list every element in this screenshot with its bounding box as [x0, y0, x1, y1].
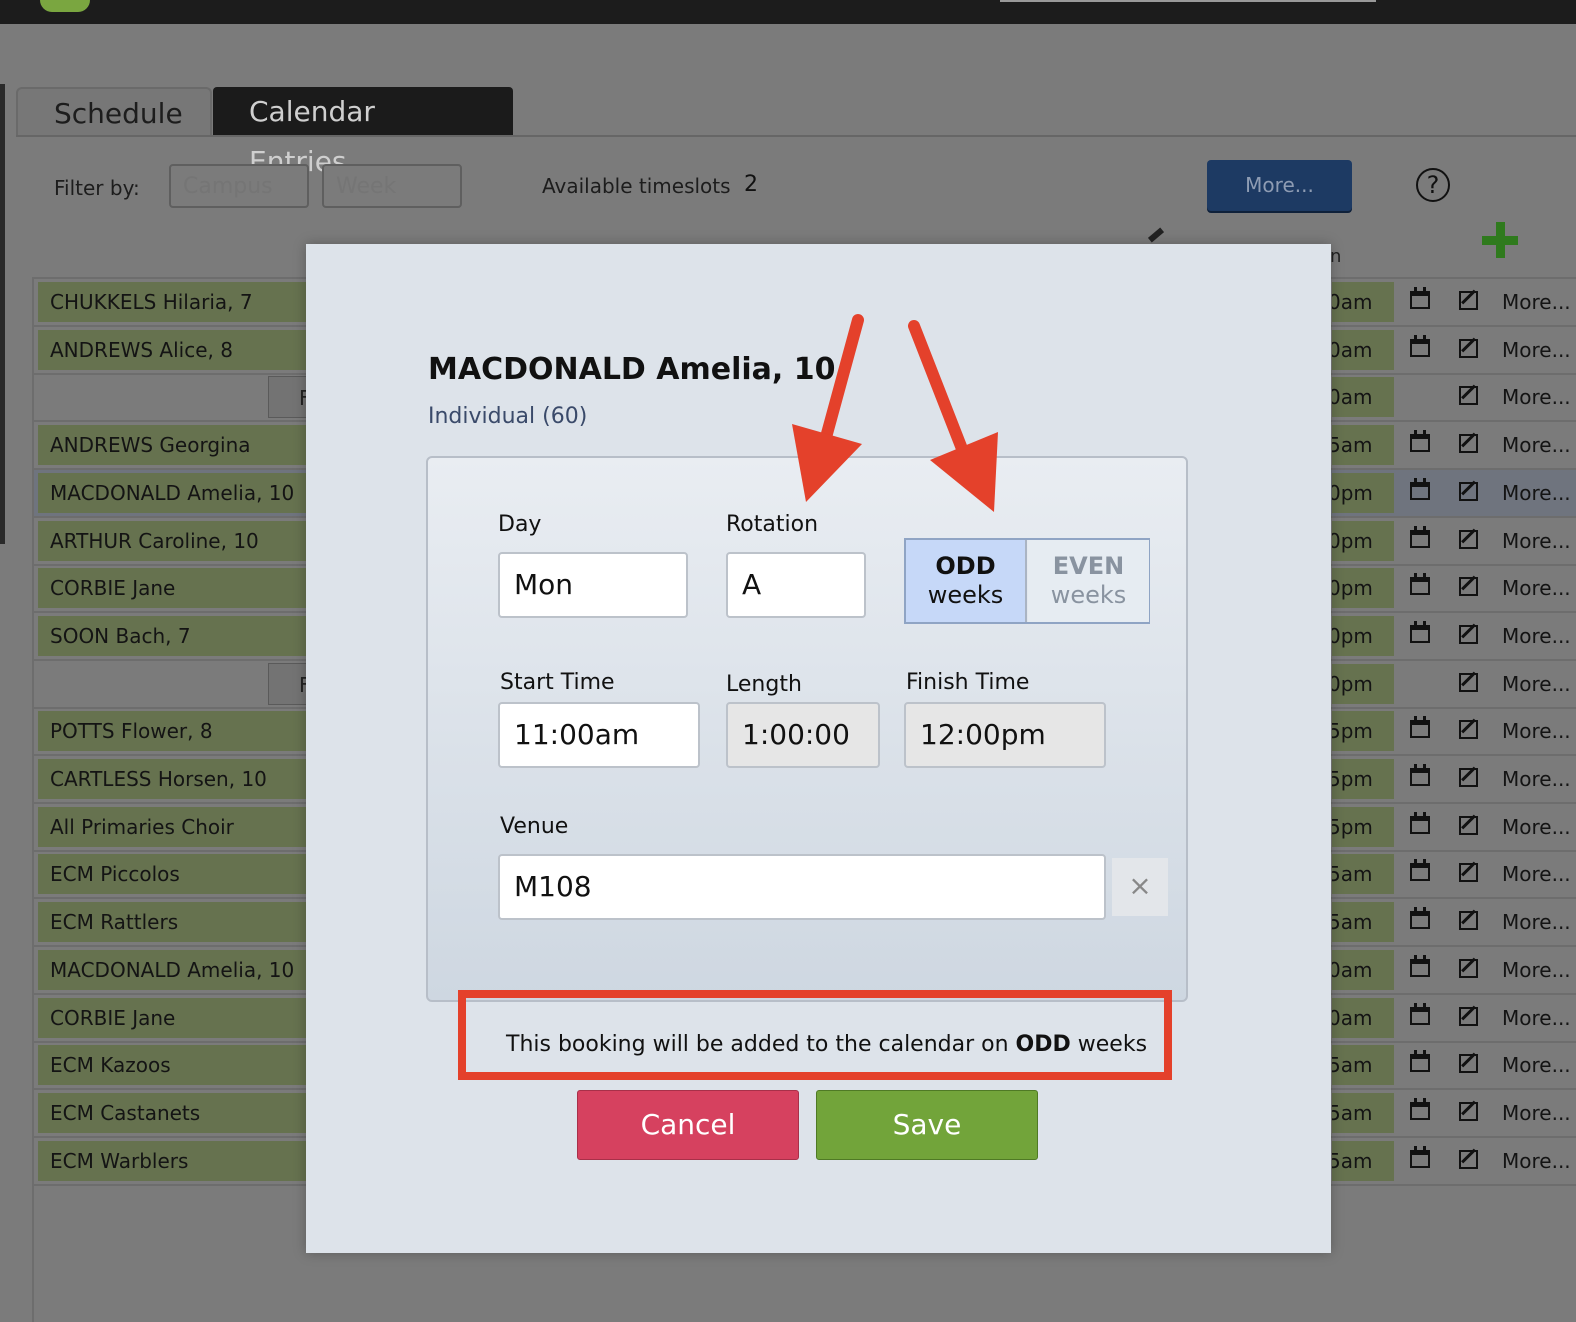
arrow-to-week-toggle	[908, 320, 998, 512]
arrow-to-rotation	[792, 314, 864, 502]
annotation-arrows	[792, 314, 998, 512]
